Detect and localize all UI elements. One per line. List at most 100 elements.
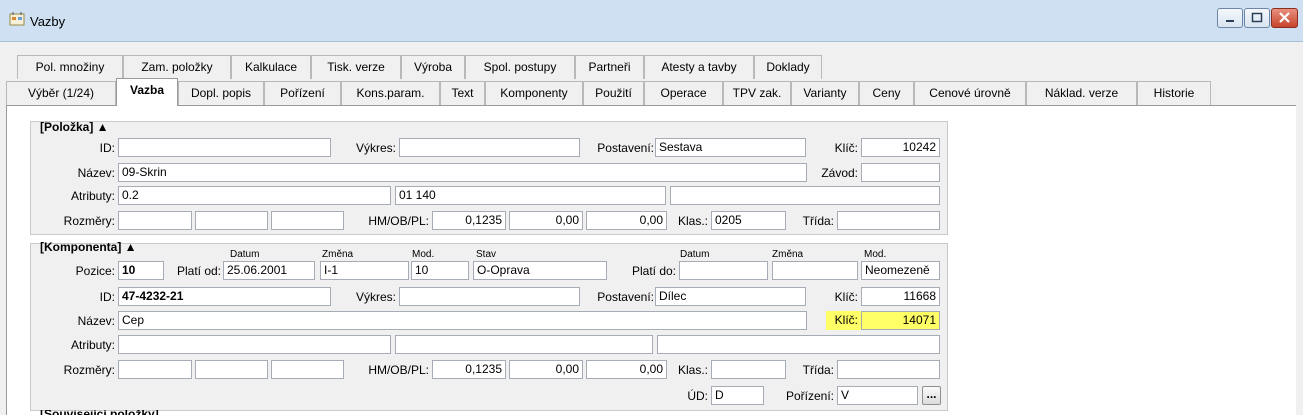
komponenta-zmena-field[interactable]: I-1 — [320, 261, 409, 280]
polozka-header[interactable]: [Položka] ▲ — [40, 120, 109, 134]
komponenta-id-field[interactable]: 47-4232-21 — [118, 287, 331, 306]
tab-top-8[interactable]: Atesty a tavby — [644, 55, 754, 79]
komponenta-klas-field[interactable] — [711, 360, 786, 379]
polozka-hm-field[interactable]: 0,1235 — [432, 211, 506, 230]
caption-stav: Stav — [476, 249, 497, 260]
label-vykres: Výkres: — [355, 141, 396, 155]
tab-2[interactable]: Vazba — [116, 78, 178, 106]
label-plati-od: Platí od: — [176, 264, 221, 278]
label-postaveni: Postavení: — [597, 141, 654, 155]
tab-top-5[interactable]: Výroba — [401, 55, 465, 79]
komponenta-datum-field[interactable]: 25.06.2001 — [223, 261, 315, 280]
tab-4[interactable]: Pořízení — [264, 81, 341, 105]
tab-3[interactable]: Dopl. popis — [178, 81, 264, 105]
polozka-atribut-2[interactable]: 01 140 — [395, 186, 666, 205]
komponenta-header[interactable]: [Komponenta] ▲ — [40, 240, 137, 254]
komponenta-stav-field[interactable]: O-Oprava — [473, 261, 607, 280]
komponenta-atribut-2[interactable] — [395, 335, 653, 354]
komponenta-pl-field[interactable]: 0,00 — [586, 360, 667, 379]
tab-top-7[interactable]: Partneři — [575, 55, 644, 79]
tab-6[interactable]: Text — [440, 81, 485, 105]
minimize-button[interactable] — [1217, 8, 1243, 28]
polozka-vykres-field[interactable] — [399, 138, 580, 157]
tab-top-3[interactable]: Kalkulace — [231, 55, 311, 79]
komponenta-plati-do-zmena[interactable] — [772, 261, 858, 280]
tab-5[interactable]: Kons.param. — [341, 81, 440, 105]
tab-top-6[interactable]: Spol. postupy — [465, 55, 575, 79]
polozka-postaveni-field[interactable]: Sestava — [655, 138, 806, 157]
label-klas: Klas.: — [677, 214, 708, 228]
komponenta-rozmer-2[interactable] — [195, 360, 268, 379]
label-ud: ÚD: — [687, 389, 708, 403]
komponenta-klic2-field[interactable]: 14071 — [861, 311, 940, 330]
tab-9[interactable]: Operace — [644, 81, 723, 105]
label-komponenta-klic: Klíč: — [834, 290, 858, 304]
caption-datum: Datum — [230, 249, 260, 260]
polozka-atribut-3[interactable] — [670, 186, 940, 205]
komponenta-rozmer-1[interactable] — [118, 360, 192, 379]
tab-13[interactable]: Cenové úrovně — [914, 81, 1026, 105]
komponenta-hm-field[interactable]: 0,1235 — [432, 360, 506, 379]
close-icon — [1279, 12, 1290, 23]
komponenta-mod-field[interactable]: 10 — [411, 261, 469, 280]
tab-top-9[interactable]: Doklady — [754, 55, 822, 79]
caption-zmena-do: Změna — [772, 249, 804, 260]
polozka-pl-field[interactable]: 0,00 — [586, 211, 667, 230]
tab-15[interactable]: Historie — [1137, 81, 1211, 105]
komponenta-atribut-3[interactable] — [657, 335, 940, 354]
label-komponenta-postaveni: Postavení: — [597, 290, 654, 304]
tab-12[interactable]: Ceny — [859, 81, 914, 105]
polozka-rozmer-3[interactable] — [271, 211, 344, 230]
tab-7[interactable]: Komponenty — [485, 81, 583, 105]
polozka-nazev-field[interactable]: 09-Skrin — [118, 163, 807, 182]
komponenta-postaveni-field[interactable]: Dílec — [655, 287, 806, 306]
komponenta-nazev-field[interactable]: Cep — [118, 311, 807, 330]
polozka-rozmer-2[interactable] — [195, 211, 268, 230]
komponenta-klic-field[interactable]: 11668 — [861, 287, 940, 306]
komponenta-ob-field[interactable]: 0,00 — [509, 360, 583, 379]
tab-8[interactable]: Použití — [583, 81, 644, 105]
polozka-trida-field[interactable] — [837, 211, 940, 230]
tab-1[interactable]: Výběr (1/24) — [6, 81, 116, 105]
polozka-id-field[interactable] — [118, 138, 331, 157]
tab-14[interactable]: Náklad. verze — [1026, 81, 1137, 105]
title-bar: Vazby — [0, 0, 1303, 42]
label-porizeni: Pořízení: — [785, 389, 834, 403]
tab-top-2[interactable]: Zam. položky — [123, 55, 231, 79]
komponenta-vykres-field[interactable] — [399, 287, 580, 306]
label-komponenta-klas: Klas.: — [677, 363, 708, 377]
komponenta-ud-field[interactable]: D — [711, 386, 764, 405]
label-komponenta-rozmery: Rozměry: — [63, 363, 115, 377]
label-trida: Třída: — [802, 214, 834, 228]
caption-mod: Mod. — [412, 249, 435, 260]
komponenta-atribut-1[interactable] — [118, 335, 391, 354]
caption-datum-do: Datum — [680, 249, 710, 260]
komponenta-rozmer-3[interactable] — [271, 360, 344, 379]
tab-11[interactable]: Varianty — [791, 81, 859, 105]
polozka-rozmer-1[interactable] — [118, 211, 192, 230]
label-zavod: Závod: — [821, 166, 858, 180]
polozka-zavod-field[interactable] — [861, 163, 940, 182]
polozka-ob-field[interactable]: 0,00 — [509, 211, 583, 230]
komponenta-trida-field[interactable] — [837, 360, 940, 379]
polozka-klic-field[interactable]: 10242 — [861, 138, 940, 157]
label-komponenta-trida: Třída: — [802, 363, 834, 377]
caption-mod-do: Mod. — [864, 249, 887, 260]
maximize-button[interactable] — [1244, 8, 1270, 28]
komponenta-porizeni-field[interactable]: V — [837, 386, 918, 405]
close-button[interactable] — [1271, 8, 1298, 28]
tab-top-4[interactable]: Tisk. verze — [311, 55, 401, 79]
maximize-icon — [1251, 12, 1263, 23]
window-title: Vazby — [30, 14, 66, 29]
label-komponenta-nazev: Název: — [77, 314, 115, 328]
komponenta-plati-do-datum[interactable] — [679, 261, 768, 280]
porizeni-browse-button[interactable]: ... — [922, 386, 941, 405]
tab-top-1[interactable]: Pol. množiny — [17, 55, 123, 79]
label-rozmery: Rozměry: — [63, 214, 115, 228]
polozka-klas-field[interactable]: 0205 — [711, 211, 786, 230]
polozka-atribut-1[interactable]: 0.2 — [118, 186, 391, 205]
tab-10[interactable]: TPV zak. — [723, 81, 791, 105]
souvisejici-header[interactable]: [Související položky] — [40, 410, 159, 415]
komponenta-plati-do-mod[interactable]: Neomezeně — [861, 261, 940, 280]
komponenta-pozice-field[interactable]: 10 — [118, 261, 164, 280]
